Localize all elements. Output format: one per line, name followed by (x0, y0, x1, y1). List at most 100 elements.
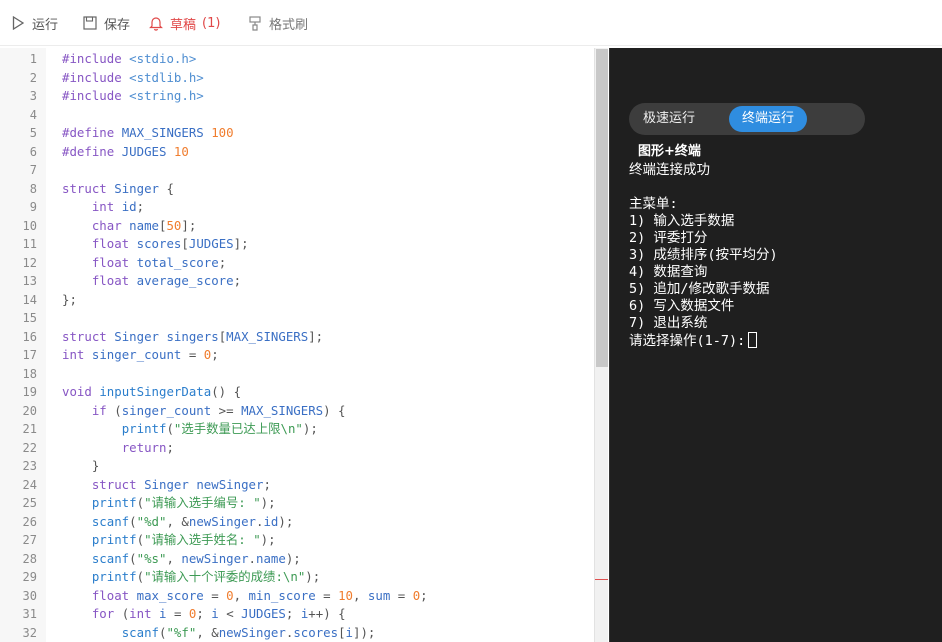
bell-icon (148, 15, 164, 31)
prompt-line: 请选择操作(1-7): (629, 332, 778, 350)
line-number: 18 (22, 366, 37, 381)
code-line[interactable]: 17 int singer_count = 0; (0, 346, 594, 365)
code-line[interactable]: 2 #include <stdlib.h> (0, 69, 594, 88)
run-mode-switch: 极速运行 终端运行 (629, 103, 865, 135)
code-line[interactable]: 31 for (int i = 0; i < JUDGES; i++) { (0, 605, 594, 624)
menu-item: 6) 写入数据文件 (629, 298, 735, 314)
line-number: 11 (22, 237, 37, 251)
terminal-run-tab[interactable]: 终端运行 (729, 106, 807, 132)
run-label: 运行 (32, 17, 59, 33)
menu-item: 4) 数据查询 (629, 264, 708, 280)
code-line[interactable]: 25 printf("请输入选手编号: "); (0, 494, 594, 513)
code-line[interactable]: 27 printf("请输入选手姓名: "); (0, 531, 594, 550)
code-line[interactable]: 7 (0, 161, 594, 180)
code-line[interactable]: 9 int id; (0, 198, 594, 217)
line-number: 17 (22, 348, 37, 362)
code-line[interactable]: 5 #define MAX_SINGERS 100 (0, 124, 594, 143)
prompt-text: 请选择操作(1-7): (629, 333, 746, 349)
code-line[interactable]: 24 struct Singer newSinger; (0, 476, 594, 495)
line-number: 8 (29, 181, 37, 196)
code-editor[interactable]: 1 #include <stdio.h> 2 #include <stdlib.h> 3… (0, 48, 608, 642)
line-number: 9 (29, 200, 37, 214)
line-number: 25 (22, 496, 37, 510)
code-text: scanf("%s", newSinger.name); (91, 550, 301, 566)
play-icon (10, 15, 26, 31)
line-number: 29 (22, 570, 37, 584)
line-number: 27 (22, 533, 37, 547)
line-number: 2 (29, 70, 37, 85)
run-button[interactable]: 运行 (10, 12, 58, 34)
code-text: return; (121, 439, 174, 455)
scrollbar-thumb[interactable] (596, 49, 608, 367)
code-text: }; (62, 291, 77, 307)
line-number: 31 (22, 607, 37, 621)
code-line[interactable]: 29 printf("请输入十个评委的成绩:\n"); (0, 568, 594, 587)
line-number: 20 (22, 403, 37, 418)
code-line[interactable]: 3 #include <string.h> (0, 87, 594, 106)
code-line[interactable]: 32 scanf("%f", &newSinger.scores[i]); (0, 624, 594, 642)
code-text: int singer_count = 0; (62, 347, 219, 362)
line-number: 12 (22, 255, 37, 270)
code-text: struct Singer newSinger; (91, 476, 271, 492)
code-text: char name[50]; (91, 217, 197, 233)
draft-button[interactable]: 草稿 (1) (148, 12, 220, 34)
code-text: printf("请输入十个评委的成绩:\n"); (91, 569, 321, 584)
line-number: 23 (22, 459, 37, 473)
format-painter-button[interactable]: 格式刷 (247, 12, 308, 34)
line-number: 7 (29, 163, 37, 177)
code-text: float max_score = 0, min_score = 10, sum… (91, 587, 428, 603)
format-label: 格式刷 (269, 17, 309, 33)
code-text: #define JUDGES 10 (62, 143, 189, 159)
line-number: 24 (22, 477, 37, 492)
line-number: 4 (29, 107, 37, 122)
code-line[interactable]: 8 struct Singer { (0, 180, 594, 199)
code-line[interactable]: 23 } (0, 457, 594, 476)
code-line[interactable]: 4 (0, 106, 594, 125)
menu-item: 2) 评委打分 (629, 230, 708, 246)
line-number: 21 (22, 422, 37, 436)
code-text: struct Singer { (62, 180, 174, 196)
code-line[interactable]: 18 (0, 365, 594, 384)
scrollbar-marker (595, 579, 608, 580)
code-text: struct Singer singers[MAX_SINGERS]; (62, 328, 324, 344)
code-line[interactable]: 30 float max_score = 0, min_score = 10, … (0, 587, 594, 606)
code-line[interactable]: 11 float scores[JUDGES]; (0, 235, 594, 254)
line-number: 16 (22, 329, 37, 344)
graphic-terminal-tab[interactable]: 图形+终端 (638, 140, 701, 159)
line-number: 30 (22, 588, 37, 603)
editor-scrollbar[interactable] (594, 48, 608, 642)
code-line[interactable]: 28 scanf("%s", newSinger.name); (0, 550, 594, 569)
code-text: #include <stdlib.h> (62, 69, 204, 85)
code-line[interactable]: 19 void inputSingerData() { (0, 383, 594, 402)
code-line[interactable]: 6 #define JUDGES 10 (0, 143, 594, 162)
line-number: 1 (29, 52, 37, 66)
code-line[interactable]: 12 float total_score; (0, 254, 594, 273)
code-line[interactable]: 1 #include <stdio.h> (0, 50, 594, 69)
line-number: 15 (22, 311, 37, 325)
code-line[interactable]: 26 scanf("%d", &newSinger.id); (0, 513, 594, 532)
code-text: float total_score; (91, 254, 227, 270)
fast-run-tab[interactable]: 极速运行 (633, 106, 705, 132)
save-label: 保存 (104, 17, 131, 33)
code-text: if (singer_count >= MAX_SINGERS) { (91, 402, 346, 418)
code-line[interactable]: 10 char name[50]; (0, 217, 594, 236)
line-number: 22 (22, 440, 37, 455)
code-line[interactable]: 20 if (singer_count >= MAX_SINGERS) { (0, 402, 594, 421)
code-line[interactable]: 14}; (0, 291, 594, 310)
code-line[interactable]: 22 return; (0, 439, 594, 458)
terminal-panel[interactable]: 极速运行 终端运行 图形+终端 终端连接成功​主菜单:1) 输入选手数据2) 评… (609, 48, 942, 642)
save-button[interactable]: 保存 (82, 12, 130, 34)
code-line[interactable]: 21 printf("选手数量已达上限\n"); (0, 420, 594, 439)
code-line[interactable]: 15 (0, 309, 594, 328)
code-line[interactable]: 13 float average_score; (0, 272, 594, 291)
code-line[interactable]: 16 struct Singer singers[MAX_SINGERS]; (0, 328, 594, 347)
code-text: #include <string.h> (62, 88, 204, 103)
code-area[interactable]: 1 #include <stdio.h> 2 #include <stdlib.h> 3… (0, 50, 594, 642)
draft-label: 草稿 (170, 17, 197, 33)
terminal-output[interactable]: 终端连接成功​主菜单:1) 输入选手数据2) 评委打分3) 成绩排序(按平均分)… (629, 162, 778, 350)
line-number: 13 (22, 274, 37, 288)
line-number: 10 (22, 218, 37, 233)
code-text: scanf("%d", &newSinger.id); (91, 513, 294, 529)
menu-item: 5) 追加/修改歌手数据 (629, 281, 770, 297)
save-icon (82, 15, 98, 31)
